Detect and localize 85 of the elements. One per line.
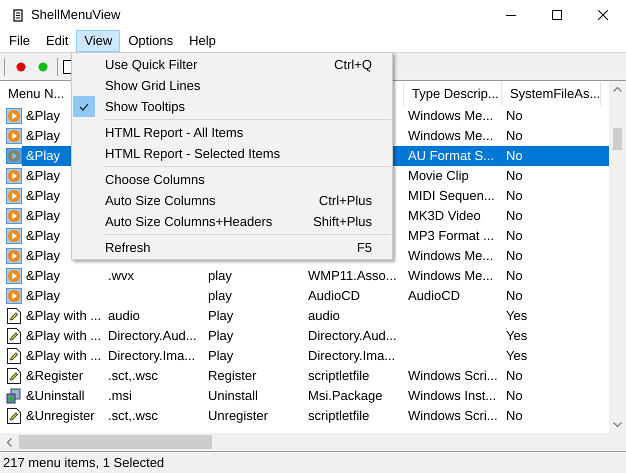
menu-item[interactable]: Refresh F5 xyxy=(72,237,392,258)
table-cell[interactable]: WMP11.Asso... xyxy=(304,266,404,286)
menu-item[interactable]: Auto Size Columns+Headers Shift+Plus xyxy=(72,211,392,232)
table-cell[interactable]: Play xyxy=(204,306,304,326)
table-cell[interactable]: No xyxy=(502,206,601,226)
window-title: ShellMenuView xyxy=(31,6,120,24)
table-cell[interactable]: Directory.Aud... xyxy=(104,326,204,346)
table-cell[interactable]: Play xyxy=(204,346,304,366)
table-cell[interactable]: scriptletfile xyxy=(304,406,404,426)
table-cell[interactable]: .wvx xyxy=(104,266,204,286)
status-bar: 217 menu items, 1 Selected xyxy=(0,451,626,473)
menu-bar-item[interactable]: Edit xyxy=(38,30,76,52)
table-cell[interactable]: Play xyxy=(204,326,304,346)
table-cell[interactable]: Register xyxy=(204,366,304,386)
column-header[interactable]: SystemFileAs... xyxy=(502,82,601,106)
table-cell[interactable]: No xyxy=(502,406,601,426)
table-cell[interactable]: &Play xyxy=(24,266,60,286)
table-cell[interactable]: Windows Scri... xyxy=(404,366,502,386)
table-cell[interactable]: &Play xyxy=(24,226,60,246)
menu-bar-item[interactable]: Help xyxy=(181,30,224,52)
table-cell[interactable]: audio xyxy=(304,306,404,326)
table-cell[interactable]: play xyxy=(204,286,304,306)
table-cell[interactable]: Windows Me... xyxy=(404,246,502,266)
table-cell[interactable]: Windows Me... xyxy=(404,106,502,126)
menu-item[interactable]: Show Tooltips xyxy=(72,96,392,117)
table-cell[interactable]: &Play with ... xyxy=(24,306,102,326)
table-cell[interactable]: MIDI Sequen... xyxy=(404,186,502,206)
table-cell[interactable]: Msi.Package xyxy=(304,386,404,406)
table-cell[interactable]: No xyxy=(502,106,601,126)
table-cell[interactable]: &Uninstall xyxy=(24,386,85,406)
table-cell[interactable]: Windows Me... xyxy=(404,126,502,146)
table-cell[interactable]: MP3 Format ... xyxy=(404,226,502,246)
table-cell[interactable]: &Play xyxy=(24,146,60,166)
menu-item[interactable]: Auto Size Columns Ctrl+Plus xyxy=(72,190,392,211)
table-cell[interactable]: Yes xyxy=(502,346,601,366)
menu-bar-item[interactable]: Options xyxy=(120,30,182,52)
menu-item[interactable]: Use Quick Filter Ctrl+Q xyxy=(72,54,392,75)
table-cell[interactable]: &Play xyxy=(24,186,60,206)
menu-item[interactable]: HTML Report - All Items xyxy=(72,122,392,143)
table-cell[interactable]: AudioCD xyxy=(304,286,404,306)
column-header[interactable]: Type Descrip... xyxy=(404,82,502,106)
table-cell[interactable]: Directory.Ima... xyxy=(104,346,204,366)
table-cell[interactable]: Windows Scri... xyxy=(404,406,502,426)
table-cell[interactable]: .msi xyxy=(104,386,204,406)
table-cell[interactable]: &Play xyxy=(24,206,60,226)
menu-item[interactable]: Choose Columns xyxy=(72,169,392,190)
table-cell[interactable]: No xyxy=(502,366,601,386)
table-cell[interactable]: Directory.Ima... xyxy=(304,346,404,366)
table-cell[interactable]: &Play xyxy=(24,246,60,266)
table-cell[interactable]: &Play with ... xyxy=(24,326,102,346)
table-cell[interactable]: MK3D Video xyxy=(404,206,502,226)
table-cell[interactable]: scriptletfile xyxy=(304,366,404,386)
table-cell[interactable]: No xyxy=(502,246,601,266)
table-cell[interactable]: &Play with ... xyxy=(24,346,102,366)
table-cell[interactable]: No xyxy=(502,146,601,166)
table-cell[interactable]: Windows Me... xyxy=(404,266,502,286)
menu-bar-item[interactable]: File xyxy=(1,30,38,52)
table-cell[interactable]: No xyxy=(502,166,601,186)
table-cell[interactable]: No xyxy=(502,286,601,306)
table-cell[interactable]: &Play xyxy=(24,106,60,126)
table-cell[interactable]: No xyxy=(502,266,601,286)
table-cell[interactable]: No xyxy=(502,126,601,146)
table-cell[interactable]: audio xyxy=(104,306,204,326)
table-cell[interactable]: &Register xyxy=(24,366,84,386)
table-cell[interactable]: &Play xyxy=(24,286,60,306)
table-cell[interactable]: Yes xyxy=(502,306,601,326)
table-cell[interactable]: Windows Inst... xyxy=(404,386,502,406)
table-cell[interactable]: Directory.Aud... xyxy=(304,326,404,346)
table-cell[interactable]: Movie Clip xyxy=(404,166,502,186)
table-cell[interactable]: &Play xyxy=(24,126,60,146)
table-cell[interactable]: &Play xyxy=(24,166,60,186)
table-cell[interactable]: Yes xyxy=(502,326,601,346)
menu-item[interactable]: HTML Report - Selected Items xyxy=(72,143,392,164)
menu-bar-item[interactable]: View xyxy=(76,30,120,52)
table-cell[interactable]: AU Format S... xyxy=(404,146,502,166)
table-cell[interactable]: AudioCD xyxy=(404,286,502,306)
table-cell[interactable]: &Unregister xyxy=(24,406,95,426)
table-cell[interactable]: .sct,.wsc xyxy=(104,366,204,386)
table-cell[interactable]: No xyxy=(502,186,601,206)
table-cell[interactable]: No xyxy=(502,226,601,246)
table-cell[interactable]: .sct,.wsc xyxy=(104,406,204,426)
table-cell[interactable]: Unregister xyxy=(204,406,304,426)
table-cell[interactable]: No xyxy=(502,386,601,406)
table-cell[interactable]: Uninstall xyxy=(204,386,304,406)
table-cell[interactable]: play xyxy=(204,266,304,286)
